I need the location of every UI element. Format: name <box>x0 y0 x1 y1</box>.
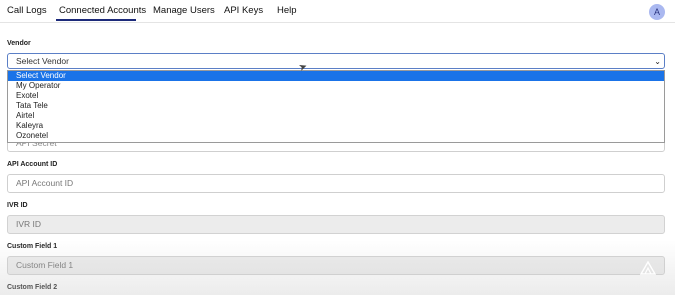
vendor-option[interactable]: Kaleyra <box>8 121 664 131</box>
vendor-option[interactable]: My Operator <box>8 81 664 91</box>
tab-manage-users[interactable]: Manage Users <box>153 5 215 16</box>
ivr-id-placeholder: IVR ID <box>16 219 42 229</box>
vendor-option[interactable]: Exotel <box>8 91 664 101</box>
custom-field-1-label: Custom Field 1 <box>7 243 58 250</box>
api-account-id-input[interactable]: API Account ID <box>7 174 665 193</box>
tab-help[interactable]: Help <box>277 5 297 16</box>
ivr-id-input[interactable]: IVR ID <box>7 215 665 234</box>
api-account-id-label: API Account ID <box>7 161 58 168</box>
tab-call-logs[interactable]: Call Logs <box>7 5 47 16</box>
ivr-id-label: IVR ID <box>7 202 28 209</box>
watermark-logo-icon <box>640 261 656 275</box>
custom-field-1-placeholder: Custom Field 1 <box>16 260 74 270</box>
vendor-option[interactable]: Tata Tele <box>8 101 664 111</box>
active-tab-indicator <box>56 19 136 21</box>
vendor-select-value: Select Vendor <box>16 56 69 66</box>
tab-api-keys[interactable]: API Keys <box>224 5 263 16</box>
vendor-select[interactable]: Select Vendor ⌄ <box>7 53 665 69</box>
vendor-dropdown-list: Select Vendor My Operator Exotel Tata Te… <box>7 70 665 143</box>
vendor-option[interactable]: Ozonetel <box>8 131 664 141</box>
custom-field-2-label: Custom Field 2 <box>7 284 58 291</box>
avatar[interactable]: A <box>649 4 665 20</box>
vendor-label: Vendor <box>7 40 31 47</box>
tab-connected-accounts[interactable]: Connected Accounts <box>59 5 146 16</box>
vendor-option[interactable]: Select Vendor <box>8 71 664 81</box>
top-nav: Call Logs Connected Accounts Manage User… <box>0 0 675 23</box>
custom-field-1-input[interactable]: Custom Field 1 <box>7 256 665 275</box>
chevron-down-icon: ⌄ <box>654 57 661 66</box>
api-account-id-placeholder: API Account ID <box>16 178 74 188</box>
vendor-option[interactable]: Airtel <box>8 111 664 121</box>
